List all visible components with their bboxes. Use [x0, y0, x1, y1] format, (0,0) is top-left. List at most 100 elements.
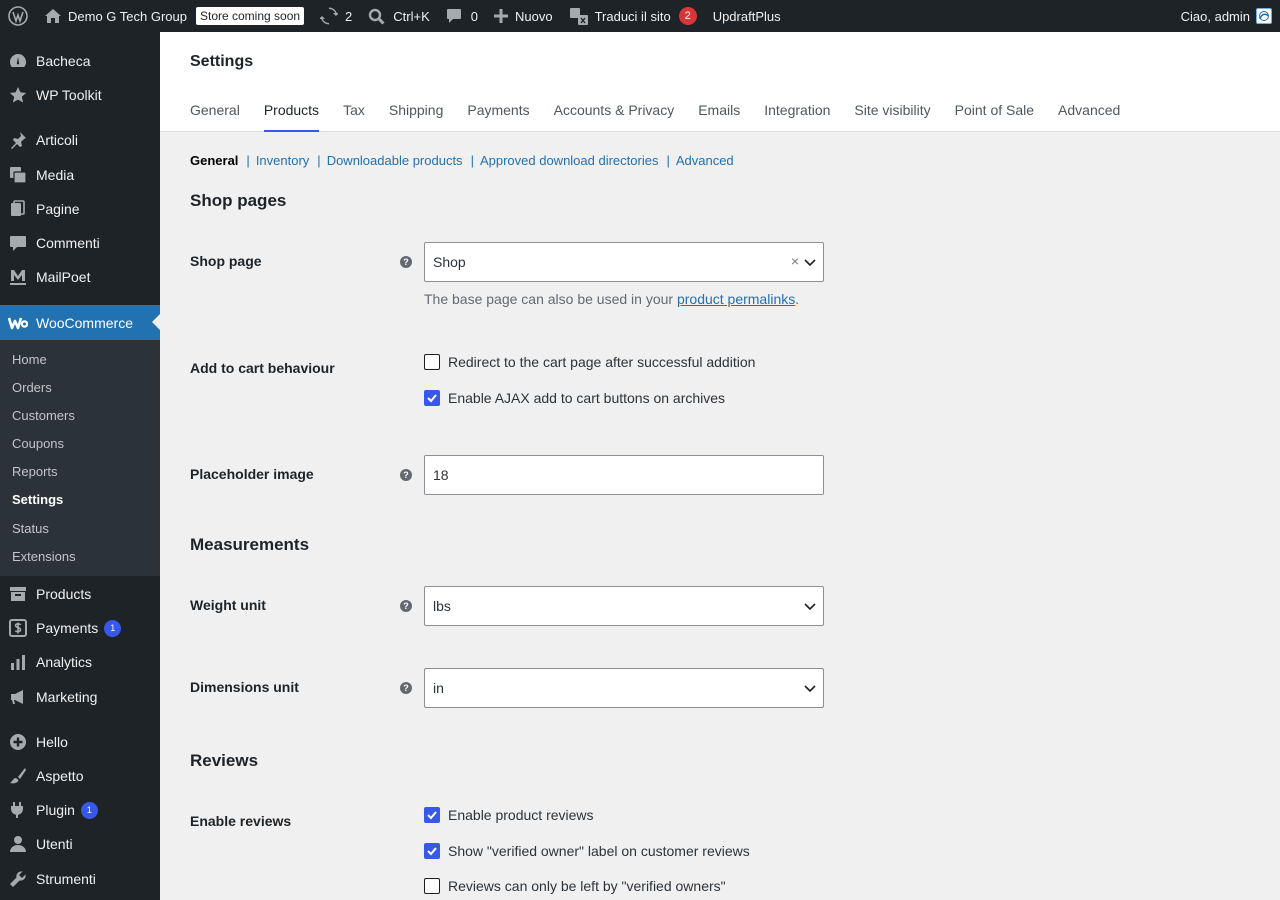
search-shortcut-label: Ctrl+K — [393, 8, 430, 24]
sidebar-item-utenti[interactable]: Utenti — [0, 827, 160, 861]
submenu-status[interactable]: Status — [12, 521, 49, 536]
subnav-inventory[interactable]: Inventory — [256, 153, 309, 168]
placeholder-image-label: Placeholder image — [190, 466, 314, 482]
verified-owner-label-checkbox[interactable] — [424, 843, 440, 859]
help-tip-icon[interactable]: ? — [400, 682, 412, 694]
submenu-customers[interactable]: Customers — [12, 408, 75, 423]
dimensions-unit-value: in — [433, 680, 444, 696]
sidebar-item-marketing[interactable]: Marketing — [0, 680, 160, 714]
settings-content: General | Inventory | Downloadable produ… — [160, 133, 1280, 900]
sidebar-item-aspetto[interactable]: Aspetto — [0, 759, 160, 793]
pin-icon — [0, 131, 36, 149]
tab-tax[interactable]: Tax — [343, 100, 365, 132]
sidebar-item-products[interactable]: Products — [0, 577, 160, 611]
submenu-home[interactable]: Home — [12, 352, 47, 367]
tab-emails[interactable]: Emails — [698, 100, 740, 132]
redirect-to-cart-option[interactable]: Redirect to the cart page after successf… — [424, 354, 755, 370]
search-shortcut[interactable]: Ctrl+K — [360, 0, 437, 32]
sidebar-item-hello[interactable]: Hello — [0, 725, 160, 759]
tab-general[interactable]: General — [190, 100, 240, 132]
submenu-settings[interactable]: Settings — [12, 492, 63, 507]
comments-menu[interactable]: 0 — [438, 0, 486, 32]
submenu-reports[interactable]: Reports — [12, 464, 58, 479]
tab-site-visibility[interactable]: Site visibility — [854, 100, 930, 132]
tab-accounts-privacy[interactable]: Accounts & Privacy — [554, 100, 675, 132]
only-verified-owners-option[interactable]: Reviews can only be left by "verified ow… — [424, 878, 726, 894]
woo-icon — [0, 316, 36, 330]
shop-page-label: Shop page — [190, 253, 262, 269]
weight-unit-label: Weight unit — [190, 597, 266, 613]
sidebar-item-articoli[interactable]: Articoli — [0, 123, 160, 157]
updraftplus-menu[interactable]: UpdraftPlus — [705, 0, 789, 32]
plus-circle-icon — [0, 733, 36, 751]
sidebar-item-strumenti[interactable]: Strumenti — [0, 862, 160, 896]
sidebar-item-plugin[interactable]: Plugin 1 — [0, 793, 160, 827]
pages-icon — [0, 200, 36, 218]
sidebar-item-wp-toolkit[interactable]: WP Toolkit — [0, 78, 160, 112]
store-coming-soon-badge[interactable]: Store coming soon — [195, 7, 305, 25]
sidebar-item-analytics[interactable]: Analytics — [0, 645, 160, 679]
chevron-down-icon — [803, 255, 817, 272]
dimensions-unit-label: Dimensions unit — [190, 679, 299, 695]
sidebar-item-media[interactable]: Media — [0, 158, 160, 192]
placeholder-image-input[interactable]: 18 — [424, 455, 824, 495]
sidebar-item-payments[interactable]: Payments 1 — [0, 611, 160, 645]
sidebar-item-commenti[interactable]: Commenti — [0, 226, 160, 260]
subnav-downloadable-products[interactable]: Downloadable products — [327, 153, 463, 168]
dimensions-unit-select[interactable]: in — [424, 668, 824, 708]
account-menu[interactable]: Ciao, admin — [1173, 0, 1272, 32]
product-permalinks-link[interactable]: product permalinks — [677, 291, 795, 307]
new-label: Nuovo — [515, 8, 553, 24]
translate-menu[interactable]: Traduci il sito 2 — [561, 0, 705, 32]
redirect-to-cart-checkbox[interactable] — [424, 354, 440, 370]
dashboard-icon — [0, 52, 36, 70]
submenu-coupons[interactable]: Coupons — [12, 436, 64, 451]
subnav-approved-download-directories[interactable]: Approved download directories — [480, 153, 659, 168]
new-content-menu[interactable]: Nuovo — [486, 0, 561, 32]
plug-icon — [0, 801, 36, 819]
tab-payments[interactable]: Payments — [467, 100, 529, 132]
tab-products[interactable]: Products — [263, 100, 320, 132]
sidebar-item-mailpoet[interactable]: MailPoet — [0, 260, 160, 294]
section-title-measurements: Measurements — [190, 535, 310, 554]
subnav-general[interactable]: General — [190, 153, 238, 168]
tab-integration[interactable]: Integration — [764, 100, 830, 132]
tab-point-of-sale[interactable]: Point of Sale — [955, 100, 1034, 132]
wordpress-logo-icon[interactable] — [0, 0, 36, 32]
ajax-add-to-cart-checkbox[interactable] — [424, 390, 440, 406]
plugin-badge: 1 — [80, 801, 98, 819]
chevron-down-icon — [803, 681, 817, 698]
site-name: Demo G Tech Group — [68, 8, 187, 24]
chart-bar-icon — [0, 653, 36, 671]
comment-icon — [0, 234, 36, 252]
shop-page-select[interactable]: Shop × — [424, 242, 824, 282]
sidebar-item-bacheca[interactable]: Bacheca — [0, 44, 160, 78]
updates-count: 2 — [345, 8, 353, 24]
only-verified-owners-checkbox[interactable] — [424, 878, 440, 894]
dollar-icon — [0, 619, 36, 637]
tab-shipping[interactable]: Shipping — [389, 100, 444, 132]
subnav-advanced[interactable]: Advanced — [676, 153, 734, 168]
help-tip-icon[interactable]: ? — [400, 469, 412, 481]
chevron-down-icon — [803, 599, 817, 616]
submenu-orders[interactable]: Orders — [12, 380, 52, 395]
section-subnav: General | Inventory | Downloadable produ… — [190, 153, 734, 168]
clear-icon[interactable]: × — [791, 253, 799, 269]
submenu-extensions[interactable]: Extensions — [12, 549, 76, 564]
sidebar-item-woocommerce[interactable]: WooCommerce — [0, 305, 160, 340]
tab-advanced[interactable]: Advanced — [1058, 100, 1120, 132]
translate-icon — [569, 6, 589, 26]
help-tip-icon[interactable]: ? — [400, 256, 412, 268]
sidebar-item-pagine[interactable]: Pagine — [0, 192, 160, 226]
enable-product-reviews-option[interactable]: Enable product reviews — [424, 807, 594, 823]
enable-product-reviews-checkbox[interactable] — [424, 807, 440, 823]
refresh-icon — [320, 7, 339, 25]
weight-unit-select[interactable]: lbs — [424, 586, 824, 626]
translate-label: Traduci il sito — [594, 8, 671, 24]
site-name-menu[interactable]: Demo G Tech Group Store coming soon — [36, 0, 312, 32]
ajax-add-to-cart-option[interactable]: Enable AJAX add to cart buttons on archi… — [424, 390, 725, 406]
avatar — [1256, 8, 1272, 24]
verified-owner-label-option[interactable]: Show "verified owner" label on customer … — [424, 843, 750, 859]
updates-menu[interactable]: 2 — [312, 0, 360, 32]
help-tip-icon[interactable]: ? — [400, 600, 412, 612]
